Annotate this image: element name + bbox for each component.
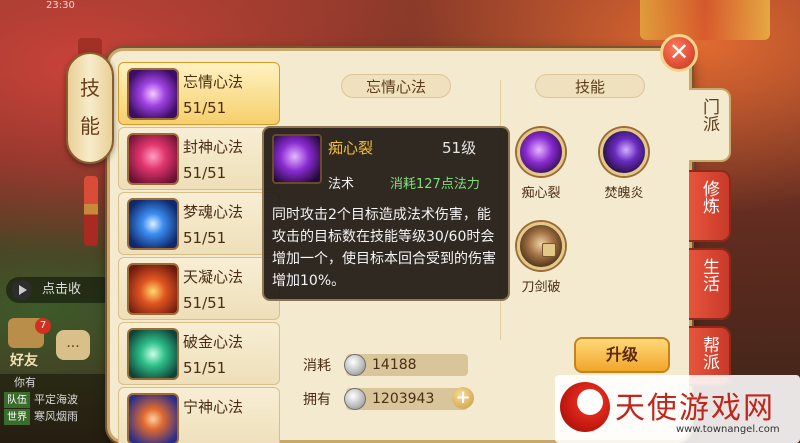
tab-label: 门派: [699, 98, 719, 132]
top-hud-icons[interactable]: [640, 0, 770, 40]
tooltip-skill-type: 法术: [328, 177, 355, 192]
list-item[interactable]: 忘情心法 51/51: [118, 62, 280, 125]
list-item-name: 天凝心法: [183, 268, 244, 286]
tab-sect[interactable]: 门派: [689, 88, 731, 162]
tooltip-description: 同时攻击2个目标造成法术伤害，能攻击的目标数在技能等级30/60时会增加一个，使…: [272, 207, 496, 289]
skill-tooltip: 痴心裂 51级 法术 消耗127点法力 同时攻击2个目标造成法术伤害，能攻击的目…: [262, 126, 510, 301]
silver-coin-icon: [344, 354, 366, 376]
list-item[interactable]: 梦魂心法 51/51: [118, 192, 280, 255]
skill-icon: [127, 198, 179, 250]
list-item-name: 忘情心法: [183, 73, 244, 91]
list-item[interactable]: 天凝心法 51/51: [118, 257, 280, 320]
tab-label: 帮派: [699, 336, 719, 370]
title-char: 能: [80, 114, 100, 138]
skill-daojianpo[interactable]: 刀剑破: [506, 222, 576, 295]
play-icon: [12, 280, 32, 300]
list-item-level: 51/51: [183, 294, 227, 312]
watermark-url: www.townangel.com: [676, 424, 780, 435]
list-item-name: 宁神心法: [183, 398, 244, 416]
skill-icon: [127, 133, 179, 185]
list-item-level: 51/51: [183, 229, 227, 247]
list-item-level: 51/51: [183, 359, 227, 377]
watermark-text: 天使游戏网: [615, 391, 775, 426]
sect-skill-list[interactable]: 忘情心法 51/51 封神心法 51/51 梦魂心法 51/51 天凝心法 51…: [118, 62, 280, 443]
list-item-name: 封神心法: [183, 138, 244, 156]
chat-row: 你有: [0, 374, 110, 391]
skill-icon: [127, 393, 179, 443]
friend-label: 好友: [10, 353, 38, 369]
chat-text: 你有: [14, 376, 36, 389]
status-clock: 23:30: [46, 0, 75, 11]
skill-icon: [127, 328, 179, 380]
list-item-name: 破金心法: [183, 333, 244, 351]
dark-vortex-icon: [600, 128, 648, 176]
chat-tag: 队伍: [4, 392, 30, 408]
list-item-level: 51/51: [183, 164, 227, 182]
purple-lightning-icon: [517, 128, 565, 176]
chat-log[interactable]: 你有 队伍 平定海波 世界 寒风烟雨: [0, 374, 110, 443]
chat-tag: 世界: [4, 409, 30, 425]
message-icon[interactable]: ...: [56, 330, 90, 360]
purple-lightning-icon: [272, 134, 322, 184]
list-item[interactable]: 宁神心法: [118, 387, 280, 443]
chat-toggle-label: 点击收: [42, 282, 82, 297]
add-currency-button[interactable]: +: [452, 387, 474, 409]
chat-row: 队伍 平定海波: [0, 391, 110, 408]
tassel-ornament: [84, 176, 98, 246]
upgrade-button[interactable]: 升级: [574, 337, 670, 373]
title-char: 技: [80, 76, 100, 100]
own-label: 拥有: [303, 392, 331, 408]
chat-text: 平定海波: [34, 393, 78, 406]
skill-icon: [127, 68, 179, 120]
tab-life[interactable]: 生活: [689, 248, 731, 320]
tab-label: 修炼: [699, 180, 719, 214]
skill-fenpoyan[interactable]: 焚魄炎: [589, 128, 659, 201]
tooltip-skill-name: 痴心裂: [328, 139, 374, 157]
tab-label: 生活: [699, 258, 719, 292]
list-item[interactable]: 破金心法 51/51: [118, 322, 280, 385]
chat-text: 寒风烟雨: [34, 410, 78, 423]
skill-icon: [127, 263, 179, 315]
skill-label: 刀剑破: [521, 280, 561, 295]
skill-label: 焚魄炎: [604, 186, 644, 201]
lock-icon: [542, 243, 556, 257]
silver-coin-icon: [344, 388, 366, 410]
tab-cultivation[interactable]: 修炼: [689, 170, 731, 242]
tooltip-skill-cost: 消耗127点法力: [390, 177, 480, 192]
chat-row: 世界 寒风烟雨: [0, 408, 110, 425]
list-item-level: 51/51: [183, 99, 227, 117]
skill-label: 痴心裂: [521, 186, 561, 201]
cost-label: 消耗: [303, 358, 331, 374]
friend-badge: 7: [35, 318, 51, 334]
list-item-name: 梦魂心法: [183, 203, 244, 221]
panel-title-scroll: 技 能: [66, 52, 114, 164]
section-header-skills: 技能: [535, 74, 645, 98]
list-item[interactable]: 封神心法 51/51: [118, 127, 280, 190]
close-button[interactable]: ✕: [660, 34, 698, 72]
skill-chixinlie[interactable]: 痴心裂: [506, 128, 576, 201]
section-header-method: 忘情心法: [341, 74, 451, 98]
tooltip-skill-level: 51级: [442, 139, 477, 157]
locked-blade-icon: [517, 222, 565, 270]
watermark-logo-icon: [560, 382, 610, 432]
chat-toggle-button[interactable]: 点击收: [6, 277, 116, 303]
